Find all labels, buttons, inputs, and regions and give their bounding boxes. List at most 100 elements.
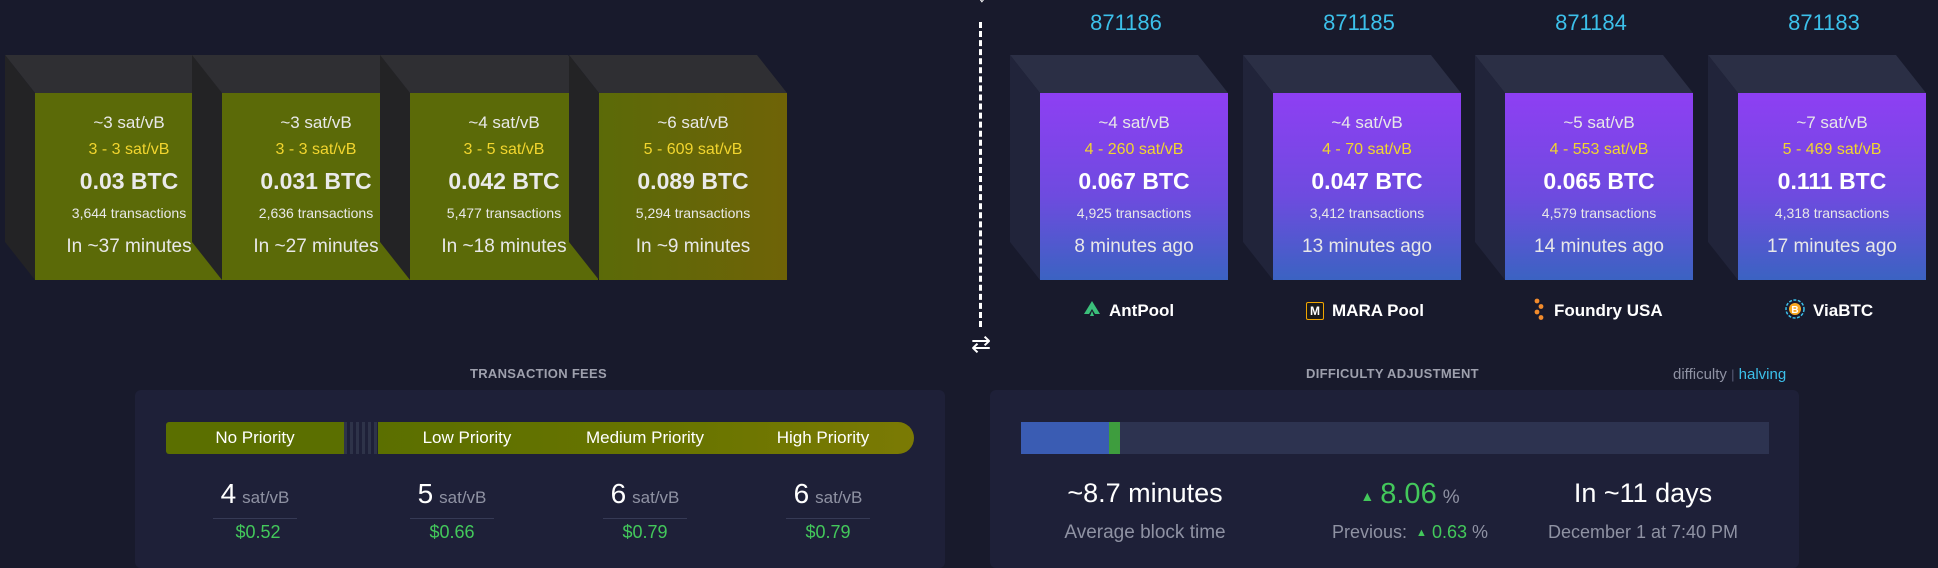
previous-change-value: 0.63 xyxy=(1431,522,1467,542)
fee-bar-low-priority: Low Priority xyxy=(378,422,556,454)
triangle-up-icon: ▲ xyxy=(1416,527,1427,540)
mining-pool-name: ViaBTC xyxy=(1813,301,1874,320)
block-height-link[interactable]: 871186 xyxy=(1066,10,1186,36)
block-time-ago: 8 minutes ago xyxy=(1074,236,1194,257)
difficulty-change-unit: % xyxy=(1442,487,1460,508)
block-side-face xyxy=(380,55,410,280)
fee-rate-unit: sat/vB xyxy=(242,488,290,507)
average-block-time: ~8.7 minutes xyxy=(1067,478,1223,508)
priority-label: Medium Priority xyxy=(585,428,705,447)
block-fee-range: 4 - 260 sat/vB xyxy=(1084,141,1184,158)
fee-rate-value: 5 xyxy=(417,478,434,509)
block-front-face: ~4 sat/vB 4 - 70 sat/vB 0.047 BTC 3,412 tra… xyxy=(1273,93,1461,280)
block-top-face xyxy=(1243,55,1461,93)
block-time-ago: 14 minutes ago xyxy=(1534,236,1664,257)
priority-label: Low Priority xyxy=(422,428,512,447)
toggle-separator: | xyxy=(1731,367,1735,382)
block-total-fees: 0.047 BTC xyxy=(1311,168,1423,194)
fee-usd-medium-priority: $0.79 xyxy=(622,522,668,542)
mined-block[interactable]: ~5 sat/vB 4 - 553 sat/vB 0.065 BTC 4,579 tr… xyxy=(1475,55,1693,280)
block-tx-count: 4,925 transactions xyxy=(1076,205,1192,221)
block-top-face xyxy=(5,55,223,93)
block-side-face xyxy=(1475,55,1505,280)
block-tx-count: 3,412 transactions xyxy=(1309,205,1425,221)
swap-icon[interactable]: ⇄ xyxy=(968,332,994,358)
fee-rate-unit: sat/vB xyxy=(632,488,680,507)
block-eta: In ~9 minutes xyxy=(635,236,751,257)
difficulty-progress-ahead xyxy=(1109,422,1120,454)
block-total-fees: 0.089 BTC xyxy=(637,168,749,194)
block-total-fees: 0.111 BTC xyxy=(1777,168,1887,194)
difficulty-adjustment-title: DIFFICULTY ADJUSTMENT xyxy=(1306,366,1479,381)
fee-bar-gap xyxy=(344,422,378,454)
previous-change-unit: % xyxy=(1472,522,1489,542)
fee-separator xyxy=(410,518,494,519)
difficulty-progress-fill xyxy=(1021,422,1111,454)
mining-pool-link[interactable]: M MARA Pool xyxy=(1306,300,1424,322)
block-front-face: ~6 sat/vB 5 - 609 sat/vB 0.089 BTC 5,294 tr… xyxy=(599,93,787,280)
priority-label: High Priority xyxy=(776,428,870,447)
arrow-up-down-icon: ↕ xyxy=(972,0,992,6)
fee-rate-unit: sat/vB xyxy=(439,488,487,507)
fee-rate-high-priority: 6 sat/vB xyxy=(748,478,908,510)
block-top-face xyxy=(1010,55,1228,93)
block-fee-range: 5 - 469 sat/vB xyxy=(1782,141,1882,158)
mempool-block[interactable]: ~3 sat/vB 3 - 3 sat/vB 0.03 BTC 3,644 trans… xyxy=(5,55,223,280)
block-top-face xyxy=(1708,55,1926,93)
block-front-face: ~7 sat/vB 5 - 469 sat/vB 0.111 BTC 4,318 tr… xyxy=(1738,93,1926,280)
mining-pool-name: Foundry USA xyxy=(1554,301,1663,320)
adjustment-eta: In ~11 days xyxy=(1573,478,1713,508)
fee-separator xyxy=(786,518,870,519)
priority-label: No Priority xyxy=(215,428,295,447)
fee-rate-low-priority: 5 sat/vB xyxy=(372,478,532,510)
mempool-block[interactable]: ~6 sat/vB 5 - 609 sat/vB 0.089 BTC 5,294 tr… xyxy=(569,55,787,280)
block-height-link[interactable]: 871184 xyxy=(1531,10,1651,36)
mining-pool-name: MARA Pool xyxy=(1332,301,1424,320)
fee-separator xyxy=(213,518,297,519)
block-height-link[interactable]: 871185 xyxy=(1299,10,1419,36)
difficulty-progress-bar xyxy=(1021,422,1769,454)
adjustment-eta-date: December 1 at 7:40 PM xyxy=(1547,522,1739,542)
fee-bar-medium-priority: Medium Priority xyxy=(556,422,734,454)
mining-pool-name: AntPool xyxy=(1109,301,1175,320)
fee-rate-value: 6 xyxy=(793,478,810,509)
block-side-face xyxy=(569,55,599,280)
mined-block[interactable]: ~4 sat/vB 4 - 260 sat/vB 0.067 BTC 4,925 tr… xyxy=(1010,55,1228,280)
block-side-face xyxy=(1708,55,1738,280)
difficulty-change-value: 8.06 xyxy=(1380,478,1437,510)
mined-block[interactable]: ~7 sat/vB 5 - 469 sat/vB 0.111 BTC 4,318 tr… xyxy=(1708,55,1926,280)
fee-rate-value: 4 xyxy=(220,478,237,509)
block-top-face xyxy=(380,55,598,93)
mempool-divider xyxy=(979,22,982,327)
fee-usd-high-priority: $0.79 xyxy=(805,522,851,542)
block-median-fee: ~4 sat/vB xyxy=(1098,113,1170,132)
block-side-face xyxy=(192,55,222,280)
block-height-link[interactable]: 871183 xyxy=(1764,10,1884,36)
previous-label: Previous: xyxy=(1331,522,1408,542)
average-block-time-label: Average block time xyxy=(1064,522,1226,543)
foundry-usa-icon xyxy=(1532,298,1546,325)
mempool-block[interactable]: ~3 sat/vB 3 - 3 sat/vB 0.031 BTC 2,636 tran… xyxy=(192,55,410,280)
mempool-block[interactable]: ~4 sat/vB 3 - 5 sat/vB 0.042 BTC 5,477 tran… xyxy=(380,55,598,280)
mining-pool-link[interactable]: AntPool xyxy=(1083,300,1174,322)
previous-difficulty-change: Previous: ▲ 0.63 % xyxy=(1305,522,1515,543)
mined-block[interactable]: ~4 sat/vB 4 - 70 sat/vB 0.047 BTC 3,412 tra… xyxy=(1243,55,1461,280)
block-side-face xyxy=(1243,55,1273,280)
block-tx-count: 5,294 transactions xyxy=(635,205,751,221)
difficulty-toggle-link[interactable]: difficulty xyxy=(1673,366,1727,383)
antpool-icon xyxy=(1083,300,1101,323)
viabtc-icon: B xyxy=(1785,298,1805,324)
block-median-fee: ~4 sat/vB xyxy=(1331,113,1403,132)
fee-usd-low-priority: $0.66 xyxy=(429,522,475,542)
mining-pool-link[interactable]: B ViaBTC xyxy=(1785,298,1874,324)
block-top-face xyxy=(569,55,787,93)
mara-pool-icon: M xyxy=(1306,302,1324,320)
triangle-up-icon: ▲ xyxy=(1360,487,1375,504)
halving-toggle-link[interactable]: halving xyxy=(1739,366,1787,383)
fee-rate-no-priority: 4 sat/vB xyxy=(175,478,335,510)
fee-rate-unit: sat/vB xyxy=(815,488,863,507)
difficulty-halving-toggle: difficulty | halving xyxy=(1673,366,1786,383)
block-tx-count: 4,579 transactions xyxy=(1541,205,1657,221)
block-time-ago: 13 minutes ago xyxy=(1302,236,1432,257)
mining-pool-link[interactable]: Foundry USA xyxy=(1532,298,1663,325)
